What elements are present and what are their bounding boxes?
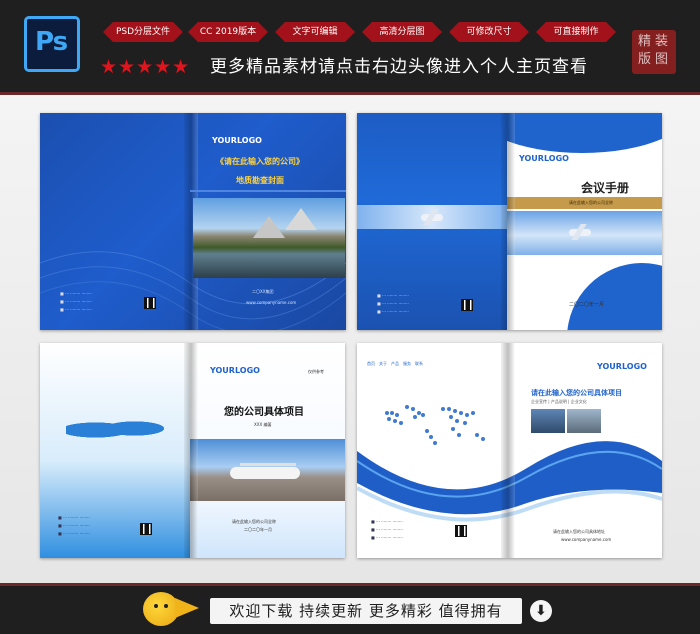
cover-title: 请在此输入您的公司具体项目 [531, 389, 622, 397]
seal-char: 图 [655, 52, 669, 67]
spine-shadow [501, 343, 515, 558]
back-contact-line: ■ ··· ········ ········ [60, 291, 92, 296]
seal-char: 版 [638, 52, 652, 67]
cover-subtitle: 地质勘查封面 [236, 176, 284, 185]
blue-arc-bottom [567, 263, 662, 330]
qr-code-icon [461, 299, 473, 311]
gold-band: 请在此输入您的公司全称 [507, 197, 662, 209]
corner-tag: 仅供参考 [308, 369, 324, 374]
airplane-icon [230, 467, 300, 479]
front-cover: YOURLOGO 仅供参考 您的公司具体项目 XXX 编著 请在此输入您的公司全… [190, 343, 345, 558]
qr-code-icon [144, 297, 156, 309]
back-contact-line: ■ ··· ········ ········ [371, 535, 403, 540]
download-arrow-icon[interactable]: ⬇ [530, 600, 552, 622]
airplane-photo [190, 439, 345, 501]
building-photo [531, 409, 565, 433]
back-contact-line: ■ ··· ········ ········ [60, 307, 92, 312]
rating-stars: ★★★★★ [100, 56, 191, 78]
spine-shadow [501, 113, 515, 330]
spine-shadow [184, 343, 198, 558]
sky-photo [507, 211, 662, 255]
back-cover: ■ ··· ········ ········ ■ ··· ········ ·… [40, 343, 190, 558]
cover-company-line: 请在此输入您的公司全称 [232, 519, 276, 524]
cover-website: www.companyname.com [246, 300, 297, 305]
cover-address: 请在此输入您的公司具体地址 [553, 529, 605, 534]
front-cover: YOURLOGO 会议手册 请在此输入您的公司全称 二〇二〇年一月 [507, 113, 662, 330]
band-text: 请在此输入您的公司全称 [569, 200, 613, 205]
mascot-icon [143, 592, 179, 626]
back-contact-line: ■ ··· ········ ········ [58, 531, 90, 536]
qr-code-icon [455, 525, 467, 537]
airplane-icon [421, 214, 443, 221]
cover-logo: YOURLOGO [212, 136, 262, 145]
back-contact-line: ■ ··· ········ ········ [371, 519, 403, 524]
tag-text-editable: 文字可编辑 [275, 22, 355, 42]
back-contact-line: ■ ··· ········ ········ [377, 301, 409, 306]
back-contact-line: ■ ··· ········ ········ [58, 515, 90, 520]
tag-cc-version: CC 2019版本 [188, 22, 268, 42]
back-contact-line: ■ ··· ········ ········ [371, 527, 403, 532]
cover-website: www.companyname.com [561, 537, 612, 542]
mountain-peak-icon [285, 208, 317, 230]
back-cover: ■ ··· ········ ········ ■ ··· ········ ·… [357, 113, 507, 330]
seal-char: 装 [655, 34, 669, 49]
photoshop-logo-icon: Ps [24, 16, 80, 72]
megaphone-icon [175, 598, 199, 618]
blue-arc-top [507, 113, 662, 153]
mountain-lake-photo [193, 198, 345, 278]
cover-title: 《请在此输入您的公司》 [216, 157, 304, 166]
world-map-icon [66, 415, 164, 445]
tag-hd-layers: 高清分层图 [362, 22, 442, 42]
cover-subtitle: 企业宣传 | 产品说明 | 企业文化 [531, 399, 587, 404]
qr-code-icon [140, 523, 152, 535]
tag-ready-to-use: 可直接制作 [536, 22, 616, 42]
cover-headline: 会议手册 [581, 181, 630, 195]
mockup-conference-handbook: ■ ··· ········ ········ ■ ··· ········ ·… [357, 113, 662, 330]
mockup-company-project: ■ ··· ········ ········ ■ ··· ········ ·… [40, 343, 345, 558]
cover-date: 二〇二〇年一月 [244, 527, 272, 532]
back-contact-line: ■ ··· ········ ········ [60, 299, 92, 304]
back-contact-line: ■ ··· ········ ········ [58, 523, 90, 528]
promo-text[interactable]: 更多精品素材请点击右边头像进入个人主页查看 [210, 56, 588, 78]
cover-logo: YOURLOGO [597, 362, 647, 371]
download-slogan: 欢迎下载 持续更新 更多精彩 值得拥有 [210, 598, 522, 624]
cover-logo: YOURLOGO [519, 154, 569, 163]
back-contact-line: ■ ··· ········ ········ [377, 293, 409, 298]
cover-date: 二〇二〇年一月 [569, 302, 605, 308]
author-seal-icon[interactable]: 精 装 版 图 [632, 30, 676, 74]
back-contact-line: ■ ··· ········ ········ [377, 309, 409, 314]
seal-char: 精 [638, 34, 652, 49]
airplane-icon [569, 229, 591, 236]
mockup-project-brochure: 首页 关于 产品 服务 联系 ■ ··· ········ ········ ■… [357, 343, 662, 558]
header-bar [0, 0, 700, 92]
footer-divider [0, 583, 700, 586]
mountain-peak-icon [253, 216, 285, 238]
cover-logo: YOURLOGO [210, 366, 260, 375]
title-rule [190, 190, 346, 192]
cover-company: 二〇XX集团 [252, 289, 274, 294]
airplane-wing [240, 463, 296, 466]
cover-author: XXX 编著 [254, 422, 272, 427]
handshake-photo [567, 409, 601, 433]
cover-title: 您的公司具体项目 [224, 407, 304, 418]
tag-resizable: 可修改尺寸 [449, 22, 529, 42]
photoshop-logo-text: Ps [35, 27, 68, 57]
mockup-geology-cover: ■ ··· ········ ········ ■ ··· ········ ·… [40, 113, 346, 330]
sky-strip [357, 205, 507, 229]
tag-psd-layered: PSD分层文件 [103, 22, 183, 42]
